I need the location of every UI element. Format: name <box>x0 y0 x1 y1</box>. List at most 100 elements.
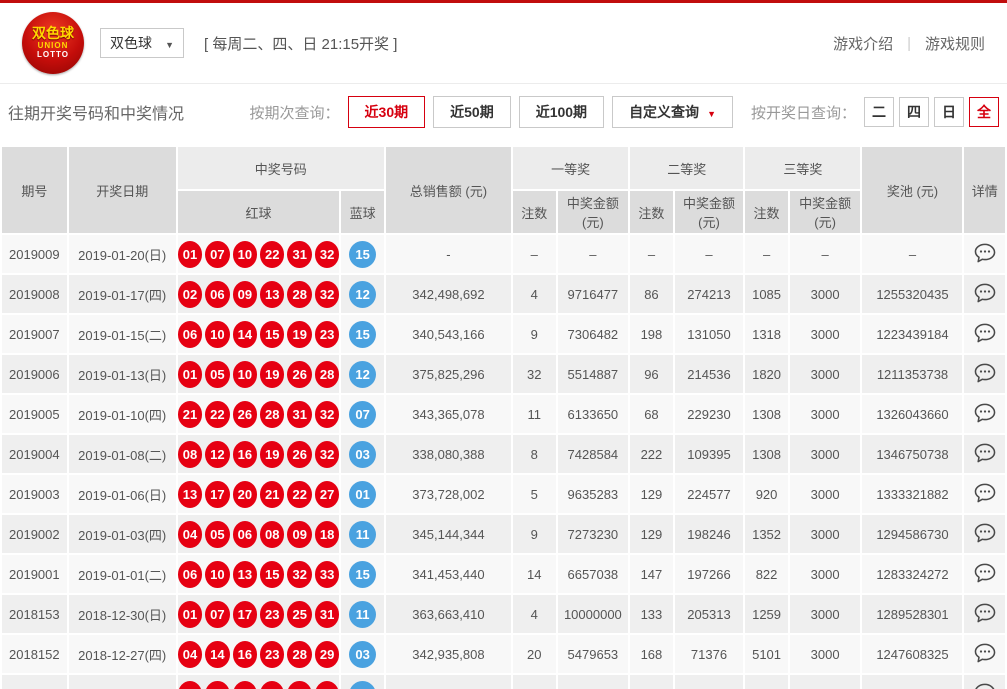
detail-comment-icon[interactable] <box>974 443 996 463</box>
prize2-count-value: 168 <box>630 635 672 673</box>
prize-pool-value: 1289528301 <box>862 595 962 633</box>
header-prize3-amount: 中奖金额(元) <box>790 191 861 233</box>
nav-game-intro[interactable]: 游戏介绍 <box>833 33 893 54</box>
detail-comment-icon[interactable] <box>974 283 996 303</box>
header-third-prize: 三等奖 <box>745 147 860 189</box>
blue-ball: 15 <box>349 561 376 588</box>
day-button-tue[interactable]: 二 <box>864 97 894 127</box>
red-ball: 13 <box>260 281 284 308</box>
red-ball: 32 <box>315 441 339 468</box>
detail-comment-icon[interactable] <box>974 243 996 263</box>
amount-label: 中奖金额 <box>799 196 851 211</box>
custom-query-dropdown[interactable]: 自定义查询 <box>612 96 733 128</box>
red-ball: 14 <box>205 641 229 668</box>
issue-number: 2019008 <box>2 275 67 313</box>
issue-number: 2018151 <box>2 675 67 689</box>
draw-date: 2019-01-17(四) <box>69 275 176 313</box>
red-balls-cell: 020609132832 <box>178 275 340 313</box>
red-balls-cell: 041416232829 <box>178 635 340 673</box>
detail-comment-icon[interactable] <box>974 323 996 343</box>
draw-date: 2019-01-10(四) <box>69 395 176 433</box>
red-balls-cell: 212226283132 <box>178 395 340 433</box>
issue-number: 2019006 <box>2 355 67 393</box>
blue-ball-cell: 07 <box>341 395 383 433</box>
prize2-count-value: 86 <box>630 275 672 313</box>
blue-ball-cell: 15 <box>341 235 383 273</box>
period-button-last50[interactable]: 近50期 <box>433 96 511 128</box>
filter-bar: 往期开奖号码和中奖情况 按期次查询： 近30期 近50期 近100期 自定义查询… <box>0 84 1007 140</box>
blue-ball-cell: 15 <box>341 315 383 353</box>
red-ball: 28 <box>260 401 284 428</box>
red-ball: 07 <box>205 601 229 628</box>
blue-ball-cell: 15 <box>341 555 383 593</box>
prize2-amount-value: 109395 <box>675 435 744 473</box>
game-select-dropdown[interactable]: 双色球 <box>100 28 184 58</box>
red-ball: 22 <box>287 481 311 508</box>
detail-cell <box>964 635 1005 673</box>
red-ball: 31 <box>287 401 311 428</box>
red-ball: 16 <box>233 641 257 668</box>
amount-label: 中奖金额 <box>683 196 735 211</box>
prize2-count-value: 133 <box>630 595 672 633</box>
detail-cell <box>964 235 1005 273</box>
detail-comment-icon[interactable] <box>974 683 996 689</box>
prize1-amount-value: 6133650 <box>558 395 629 433</box>
blue-ball: 07 <box>349 401 376 428</box>
period-button-last100[interactable]: 近100期 <box>519 96 604 128</box>
red-ball: 10 <box>205 561 229 588</box>
prize1-count-value: 32 <box>513 355 555 393</box>
chevron-down-icon <box>157 35 174 51</box>
header-detail: 详情 <box>964 147 1005 233</box>
header-prize2-count: 注数 <box>630 191 672 233</box>
detail-comment-icon[interactable] <box>974 523 996 543</box>
detail-cell <box>964 355 1005 393</box>
red-balls: 010510192628 <box>178 361 340 388</box>
prize3-count-value: 920 <box>745 475 787 513</box>
red-ball: 04 <box>178 641 202 668</box>
header-date: 开奖日期 <box>69 147 176 233</box>
red-balls-cell: 010710223132 <box>178 235 340 273</box>
amount-label: 中奖金额 <box>567 196 619 211</box>
detail-comment-icon[interactable] <box>974 403 996 423</box>
draw-date: 2018-12-27(四) <box>69 635 176 673</box>
red-ball: 26 <box>287 361 311 388</box>
red-ball: 14 <box>233 321 257 348</box>
draw-date: 2019-01-13(日) <box>69 355 176 393</box>
prize1-count-value: 14 <box>513 555 555 593</box>
header-prize1-count: 注数 <box>513 191 555 233</box>
red-balls: 040506080918 <box>178 521 340 548</box>
prize1-amount-value: – <box>558 235 629 273</box>
logo-text-lotto: LOTTO <box>37 50 69 60</box>
day-button-sun[interactable]: 日 <box>934 97 964 127</box>
blue-ball: 11 <box>349 521 376 548</box>
prize1-count-value: 9 <box>513 315 555 353</box>
detail-comment-icon[interactable] <box>974 603 996 623</box>
detail-comment-icon[interactable] <box>974 643 996 663</box>
detail-comment-icon[interactable] <box>974 563 996 583</box>
prize3-count-value: 2250 <box>745 675 787 689</box>
day-button-thu[interactable]: 四 <box>899 97 929 127</box>
prize1-count-value: 20 <box>513 635 555 673</box>
red-ball: 15 <box>205 681 229 689</box>
day-button-all[interactable]: 全 <box>969 97 999 127</box>
total-sales-value: - <box>386 235 511 273</box>
red-ball: 19 <box>260 361 284 388</box>
detail-comment-icon[interactable] <box>974 483 996 503</box>
nav-game-rules[interactable]: 游戏规则 <box>925 33 985 54</box>
red-balls: 131720212227 <box>178 481 340 508</box>
red-ball: 07 <box>205 241 229 268</box>
detail-comment-icon[interactable] <box>974 363 996 383</box>
prize2-amount-value: 198246 <box>675 515 744 553</box>
issue-number: 2019007 <box>2 315 67 353</box>
red-ball: 06 <box>233 521 257 548</box>
issue-number: 2019009 <box>2 235 67 273</box>
total-sales-value: 342,498,692 <box>386 275 511 313</box>
detail-cell <box>964 275 1005 313</box>
red-balls-cell: 061013153233 <box>178 555 340 593</box>
header-winning-numbers: 中奖号码 <box>178 147 384 189</box>
prize1-count-value: 5 <box>513 475 555 513</box>
period-button-last30[interactable]: 近30期 <box>348 96 426 128</box>
table-row: 2019003 2019-01-06(日) 131720212227 01 37… <box>2 475 1005 513</box>
prize2-amount-value: 205313 <box>675 595 744 633</box>
prize3-amount-value: 3000 <box>790 635 861 673</box>
